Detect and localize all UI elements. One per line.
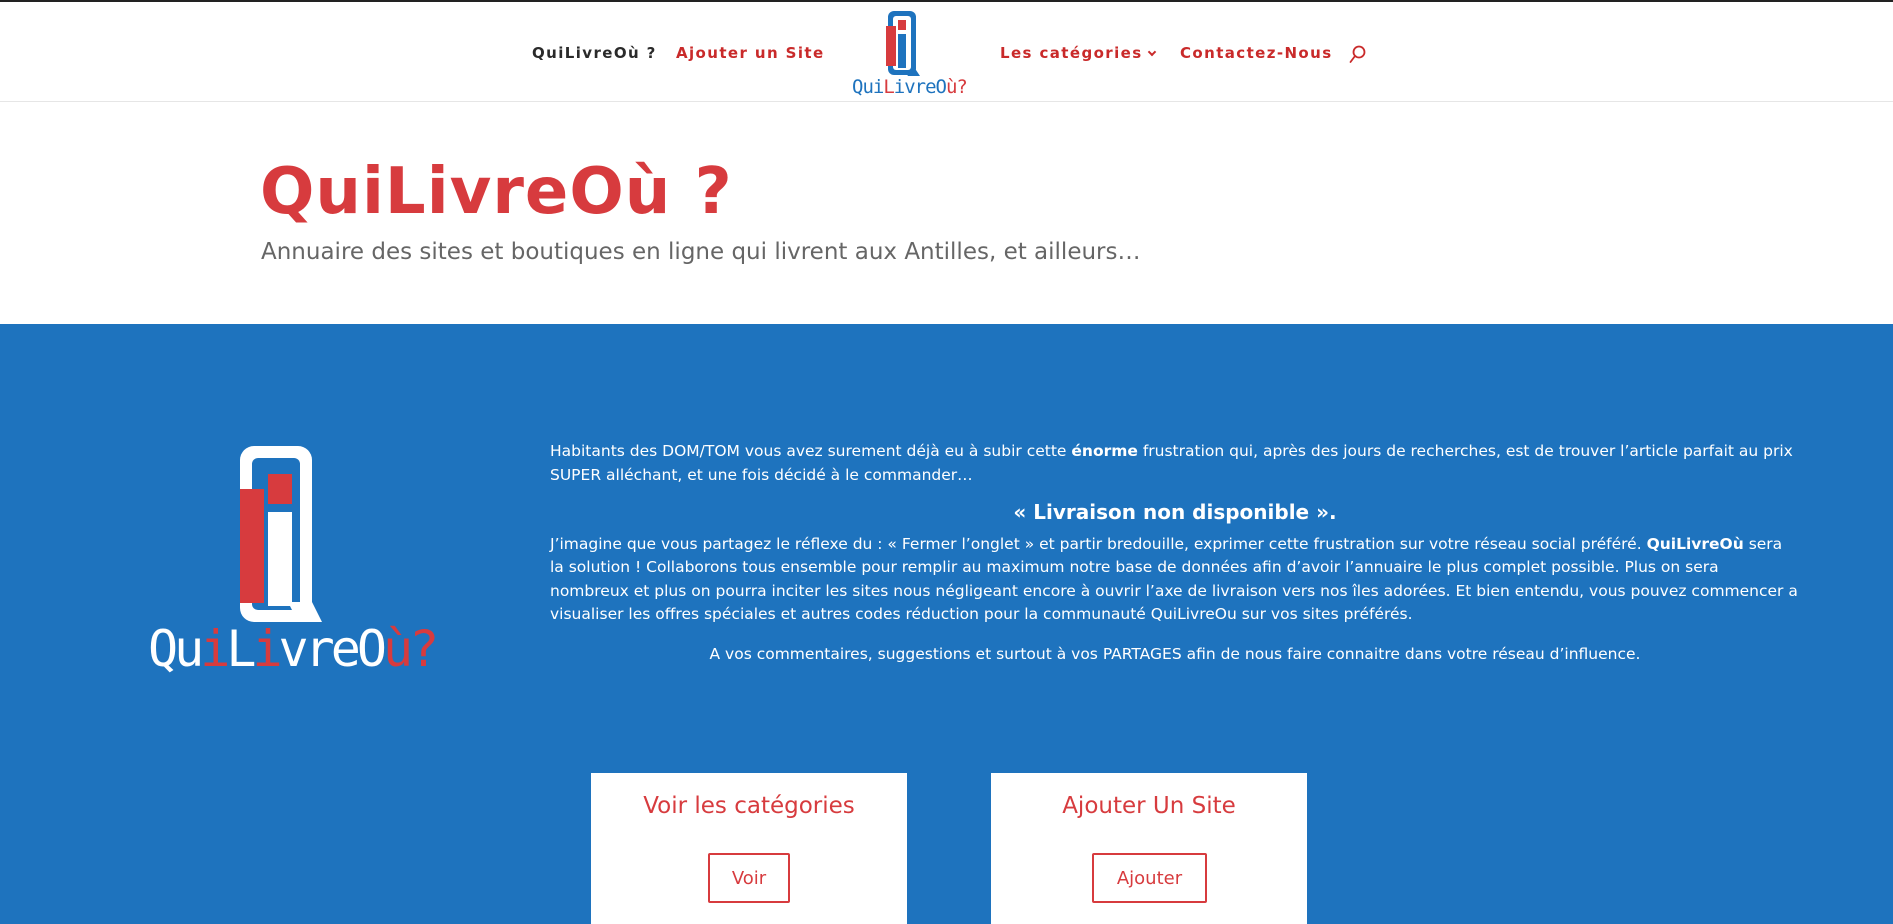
search-icon[interactable] — [1349, 45, 1367, 65]
large-logo-mark — [240, 446, 322, 622]
large-logo: QuiLivreOù? — [148, 444, 439, 684]
intro-paragraph-2: J’imagine que vous partagez le réflexe d… — [550, 534, 1798, 624]
page-subtitle: Annuaire des sites et boutiques en ligne… — [261, 239, 1141, 265]
page-title: QuiLivreOù ? — [260, 155, 733, 229]
nav-categories-dropdown[interactable]: Les catégories — [1000, 44, 1156, 62]
card-categories: Voir les catégories Voir — [591, 773, 907, 924]
add-site-button[interactable]: Ajouter — [1092, 853, 1207, 903]
nav-home-link[interactable]: QuiLivreOù ? — [532, 44, 657, 62]
hero-section: QuiLivreOù ? Annuaire des sites et bouti… — [0, 103, 1893, 324]
card-add-site-title: Ajouter Un Site — [1062, 793, 1236, 819]
card-categories-title: Voir les catégories — [643, 793, 855, 819]
nav-add-site-link[interactable]: Ajouter un Site — [676, 44, 825, 62]
header-logo[interactable]: QuiLivreOù? — [852, 8, 968, 100]
header-logo-text: QuiLivreOù? — [852, 76, 968, 98]
header-logo-mark — [886, 11, 920, 76]
intro-section: QuiLivreOù? Habitants des DOM/TOM vous a… — [0, 324, 1893, 924]
card-add-site: Ajouter Un Site Ajouter — [991, 773, 1307, 924]
intro-text: Habitants des DOM/TOM vous avez surement… — [550, 440, 1800, 666]
nav-contact-link[interactable]: Contactez-Nous — [1180, 44, 1333, 62]
chevron-down-icon — [1147, 47, 1156, 57]
large-logo-text: QuiLivreOù? — [148, 620, 439, 678]
intro-closing: A vos commentaires, suggestions et surto… — [709, 644, 1641, 663]
intro-paragraph-1: Habitants des DOM/TOM vous avez surement… — [550, 442, 1793, 484]
view-categories-button[interactable]: Voir — [708, 853, 790, 903]
site-header: QuiLivreOù ? Ajouter un Site QuiLivreOù?… — [0, 2, 1893, 102]
intro-quote: « Livraison non disponible ». — [1013, 500, 1337, 524]
nav-categories-label: Les catégories — [1000, 44, 1143, 62]
